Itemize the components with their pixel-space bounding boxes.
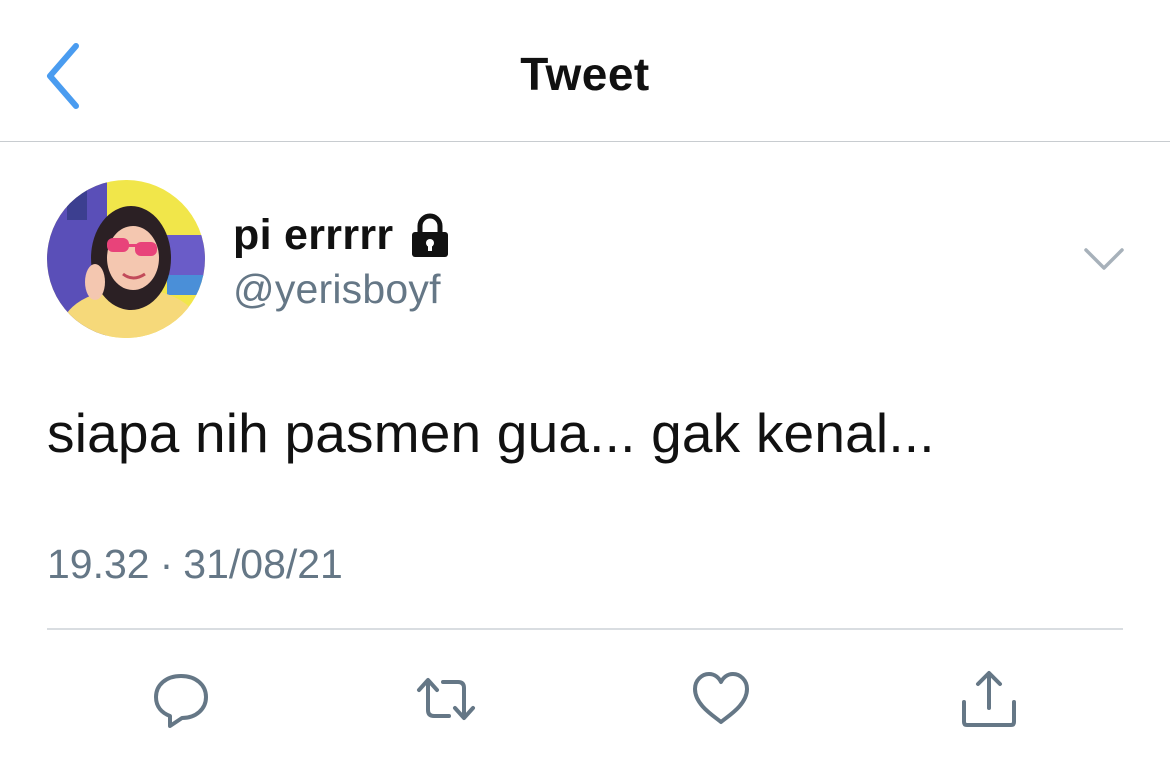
more-options-button[interactable] [1080,240,1128,280]
like-button[interactable] [690,668,752,730]
author-name-row: pi errrrr [233,207,453,263]
chevron-down-icon [1084,248,1124,270]
retweet-icon [417,678,475,720]
username[interactable]: @yerisboyf [233,266,441,313]
tweet-timestamp[interactable]: 19.32 · 31/08/21 [47,541,343,588]
share-button[interactable] [958,668,1020,730]
display-name[interactable]: pi errrrr [233,211,393,260]
nav-bar: Tweet [0,0,1170,142]
timestamp-separator: · [159,541,174,587]
page-title: Tweet [520,48,650,100]
heart-icon [693,672,749,724]
tweet-time: 19.32 [47,541,150,587]
share-icon [962,671,1016,727]
avatar-image [47,180,205,338]
reply-bubble-icon [154,674,208,728]
reply-button[interactable] [150,668,212,730]
divider [47,628,1123,630]
tweet-text: siapa nih pasmen gua... gak kenal... [47,402,935,464]
avatar[interactable] [47,180,205,338]
lock-icon [407,213,453,259]
retweet-button[interactable] [415,668,477,730]
tweet-date: 31/08/21 [183,541,343,587]
